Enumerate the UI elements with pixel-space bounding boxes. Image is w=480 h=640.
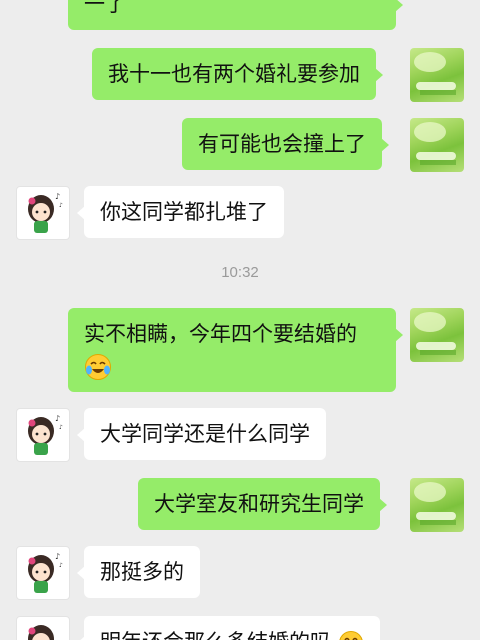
green-nature-avatar-icon — [414, 122, 456, 165]
svg-text:♪: ♪ — [59, 562, 63, 569]
message-bubble-outgoing[interactable]: 一了 — [68, 0, 403, 30]
contact-avatar[interactable] — [16, 616, 70, 640]
timestamp: 10:32 — [0, 264, 480, 281]
my-avatar[interactable] — [410, 478, 464, 532]
green-nature-avatar-icon — [414, 52, 456, 95]
crying-laughing-emoji-icon — [339, 631, 363, 640]
svg-text:♪: ♪ — [59, 202, 63, 209]
contact-avatar[interactable]: ♪ ♪ — [16, 408, 70, 462]
svg-text:♪: ♪ — [55, 414, 60, 423]
message-text: 大学室友和研究生同学 — [154, 492, 364, 516]
message-bubble-outgoing[interactable]: 大学室友和研究生同学 — [138, 478, 387, 530]
message-bubble-incoming[interactable]: 大学同学还是什么同学 — [77, 408, 326, 460]
message-text: 一了 — [84, 0, 126, 16]
message-bubble-incoming[interactable]: 明年还会那么多结婚的吗 — [77, 616, 380, 640]
cartoon-girl-avatar-icon: ♪ ♪ — [28, 192, 63, 233]
svg-text:♪: ♪ — [55, 552, 60, 561]
my-avatar[interactable] — [410, 308, 464, 362]
message-bubble-outgoing[interactable]: 实不相瞒，今年四个要结婚的 — [68, 308, 403, 392]
message-text: 那挺多的 — [100, 560, 184, 584]
svg-text:♪: ♪ — [55, 192, 60, 201]
green-nature-avatar-icon — [414, 482, 456, 525]
message-bubble-incoming[interactable]: 你这同学都扎堆了 — [77, 186, 284, 238]
message-text: 你这同学都扎堆了 — [100, 200, 268, 224]
message-text: 大学同学还是什么同学 — [100, 422, 310, 446]
contact-avatar[interactable]: ♪ ♪ — [16, 186, 70, 240]
chat-conversation: 一了 我十一也有两个婚礼要参加 有可能也会撞上了 ♪ ♪ 你这同学都扎堆了 10… — [0, 0, 480, 640]
svg-text:♪: ♪ — [59, 424, 63, 431]
message-text: 我十一也有两个婚礼要参加 — [108, 62, 360, 86]
contact-avatar[interactable]: ♪ ♪ — [16, 546, 70, 600]
cartoon-girl-avatar-icon: ♪ ♪ — [28, 414, 63, 455]
crying-laughing-emoji-icon — [85, 354, 111, 380]
message-emoji-line — [84, 350, 380, 382]
message-text: 实不相瞒，今年四个要结婚的 — [84, 322, 357, 346]
message-bubble-outgoing[interactable]: 我十一也有两个婚礼要参加 — [92, 48, 383, 100]
message-text: 有可能也会撞上了 — [198, 132, 366, 156]
cartoon-girl-avatar-icon: ♪ ♪ — [28, 552, 63, 593]
message-text: 明年还会那么多结婚的吗 — [100, 630, 331, 640]
cartoon-girl-avatar-icon — [28, 625, 54, 640]
message-bubble-outgoing[interactable]: 有可能也会撞上了 — [182, 118, 389, 170]
timestamp-text: 10:32 — [221, 264, 259, 281]
my-avatar[interactable] — [410, 118, 464, 172]
my-avatar[interactable] — [410, 48, 464, 102]
message-bubble-incoming[interactable]: 那挺多的 — [77, 546, 200, 598]
green-nature-avatar-icon — [414, 312, 456, 355]
